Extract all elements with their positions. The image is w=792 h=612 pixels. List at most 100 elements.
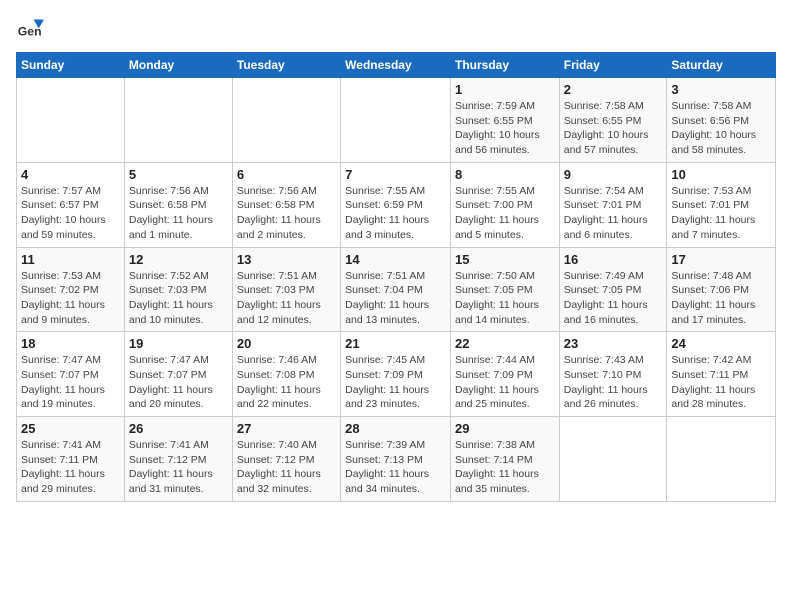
- day-detail: Sunrise: 7:51 AM Sunset: 7:03 PM Dayligh…: [237, 269, 336, 328]
- calendar-cell: 10 Sunrise: 7:53 AM Sunset: 7:01 PM Dayli…: [667, 162, 776, 247]
- day-detail: Sunrise: 7:43 AM Sunset: 7:10 PM Dayligh…: [564, 353, 663, 412]
- page-header: Gen: [16, 16, 776, 44]
- weekday-header-saturday: Saturday: [667, 53, 776, 78]
- day-number: 13: [237, 252, 336, 267]
- day-detail: Sunrise: 7:56 AM Sunset: 6:58 PM Dayligh…: [237, 184, 336, 243]
- day-number: 1: [455, 82, 555, 97]
- day-detail: Sunrise: 7:47 AM Sunset: 7:07 PM Dayligh…: [129, 353, 228, 412]
- day-number: 5: [129, 167, 228, 182]
- week-row-1: 1 Sunrise: 7:59 AM Sunset: 6:55 PM Daylig…: [17, 78, 776, 163]
- calendar-cell: [124, 78, 232, 163]
- calendar-cell: 12 Sunrise: 7:52 AM Sunset: 7:03 PM Dayli…: [124, 247, 232, 332]
- weekday-header-monday: Monday: [124, 53, 232, 78]
- calendar-cell: 19 Sunrise: 7:47 AM Sunset: 7:07 PM Dayli…: [124, 332, 232, 417]
- calendar-cell: 6 Sunrise: 7:56 AM Sunset: 6:58 PM Daylig…: [232, 162, 340, 247]
- day-number: 9: [564, 167, 663, 182]
- day-detail: Sunrise: 7:38 AM Sunset: 7:14 PM Dayligh…: [455, 438, 555, 497]
- calendar-cell: 16 Sunrise: 7:49 AM Sunset: 7:05 PM Dayli…: [559, 247, 667, 332]
- day-number: 8: [455, 167, 555, 182]
- calendar-cell: 26 Sunrise: 7:41 AM Sunset: 7:12 PM Dayli…: [124, 417, 232, 502]
- calendar-cell: 22 Sunrise: 7:44 AM Sunset: 7:09 PM Dayli…: [450, 332, 559, 417]
- day-detail: Sunrise: 7:44 AM Sunset: 7:09 PM Dayligh…: [455, 353, 555, 412]
- day-detail: Sunrise: 7:59 AM Sunset: 6:55 PM Dayligh…: [455, 99, 555, 158]
- calendar-cell: [341, 78, 451, 163]
- day-detail: Sunrise: 7:53 AM Sunset: 7:01 PM Dayligh…: [671, 184, 771, 243]
- calendar-cell: [232, 78, 340, 163]
- calendar-cell: 18Sunrise: 7:47 AM Sunset: 7:07 PM Dayli…: [17, 332, 125, 417]
- weekday-header-row: SundayMondayTuesdayWednesdayThursdayFrid…: [17, 53, 776, 78]
- day-number: 7: [345, 167, 446, 182]
- calendar-cell: 2 Sunrise: 7:58 AM Sunset: 6:55 PM Daylig…: [559, 78, 667, 163]
- day-number: 20: [237, 336, 336, 351]
- day-detail: Sunrise: 7:52 AM Sunset: 7:03 PM Dayligh…: [129, 269, 228, 328]
- calendar-cell: [17, 78, 125, 163]
- day-number: 10: [671, 167, 771, 182]
- day-number: 22: [455, 336, 555, 351]
- day-detail: Sunrise: 7:58 AM Sunset: 6:56 PM Dayligh…: [671, 99, 771, 158]
- day-detail: Sunrise: 7:51 AM Sunset: 7:04 PM Dayligh…: [345, 269, 446, 328]
- calendar-cell: 25 Sunrise: 7:41 AM Sunset: 7:11 PM Dayli…: [17, 417, 125, 502]
- weekday-header-thursday: Thursday: [450, 53, 559, 78]
- calendar-cell: 15 Sunrise: 7:50 AM Sunset: 7:05 PM Dayli…: [450, 247, 559, 332]
- logo-icon: Gen: [16, 16, 44, 44]
- calendar-cell: 20 Sunrise: 7:46 AM Sunset: 7:08 PM Dayli…: [232, 332, 340, 417]
- calendar-cell: [559, 417, 667, 502]
- calendar-cell: 11Sunrise: 7:53 AM Sunset: 7:02 PM Dayli…: [17, 247, 125, 332]
- day-detail: Sunrise: 7:46 AM Sunset: 7:08 PM Dayligh…: [237, 353, 336, 412]
- day-detail: Sunrise: 7:56 AM Sunset: 6:58 PM Dayligh…: [129, 184, 228, 243]
- weekday-header-sunday: Sunday: [17, 53, 125, 78]
- calendar-cell: 23 Sunrise: 7:43 AM Sunset: 7:10 PM Dayli…: [559, 332, 667, 417]
- calendar-cell: 24 Sunrise: 7:42 AM Sunset: 7:11 PM Dayli…: [667, 332, 776, 417]
- day-number: 25: [21, 421, 120, 436]
- logo: Gen: [16, 16, 48, 44]
- day-number: 4: [21, 167, 120, 182]
- calendar-cell: 7 Sunrise: 7:55 AM Sunset: 6:59 PM Daylig…: [341, 162, 451, 247]
- calendar-cell: 3Sunrise: 7:58 AM Sunset: 6:56 PM Daylig…: [667, 78, 776, 163]
- day-number: 16: [564, 252, 663, 267]
- day-number: 12: [129, 252, 228, 267]
- day-detail: Sunrise: 7:39 AM Sunset: 7:13 PM Dayligh…: [345, 438, 446, 497]
- day-number: 19: [129, 336, 228, 351]
- calendar-cell: 4 Sunrise: 7:57 AM Sunset: 6:57 PM Daylig…: [17, 162, 125, 247]
- week-row-3: 11Sunrise: 7:53 AM Sunset: 7:02 PM Dayli…: [17, 247, 776, 332]
- week-row-5: 25 Sunrise: 7:41 AM Sunset: 7:11 PM Dayli…: [17, 417, 776, 502]
- day-detail: Sunrise: 7:57 AM Sunset: 6:57 PM Dayligh…: [21, 184, 120, 243]
- calendar-cell: 29 Sunrise: 7:38 AM Sunset: 7:14 PM Dayli…: [450, 417, 559, 502]
- day-detail: Sunrise: 7:49 AM Sunset: 7:05 PM Dayligh…: [564, 269, 663, 328]
- day-number: 29: [455, 421, 555, 436]
- calendar-table: SundayMondayTuesdayWednesdayThursdayFrid…: [16, 52, 776, 502]
- week-row-2: 4 Sunrise: 7:57 AM Sunset: 6:57 PM Daylig…: [17, 162, 776, 247]
- day-detail: Sunrise: 7:45 AM Sunset: 7:09 PM Dayligh…: [345, 353, 446, 412]
- day-detail: Sunrise: 7:48 AM Sunset: 7:06 PM Dayligh…: [671, 269, 771, 328]
- day-detail: Sunrise: 7:41 AM Sunset: 7:12 PM Dayligh…: [129, 438, 228, 497]
- day-number: 6: [237, 167, 336, 182]
- weekday-header-friday: Friday: [559, 53, 667, 78]
- calendar-cell: 14 Sunrise: 7:51 AM Sunset: 7:04 PM Dayli…: [341, 247, 451, 332]
- day-detail: Sunrise: 7:55 AM Sunset: 6:59 PM Dayligh…: [345, 184, 446, 243]
- day-detail: Sunrise: 7:55 AM Sunset: 7:00 PM Dayligh…: [455, 184, 555, 243]
- day-number: 28: [345, 421, 446, 436]
- day-number: 2: [564, 82, 663, 97]
- calendar-cell: 28 Sunrise: 7:39 AM Sunset: 7:13 PM Dayli…: [341, 417, 451, 502]
- day-number: 27: [237, 421, 336, 436]
- calendar-cell: [667, 417, 776, 502]
- day-detail: Sunrise: 7:42 AM Sunset: 7:11 PM Dayligh…: [671, 353, 771, 412]
- day-detail: Sunrise: 7:54 AM Sunset: 7:01 PM Dayligh…: [564, 184, 663, 243]
- day-number: 24: [671, 336, 771, 351]
- day-detail: Sunrise: 7:53 AM Sunset: 7:02 PM Dayligh…: [21, 269, 120, 328]
- day-detail: Sunrise: 7:50 AM Sunset: 7:05 PM Dayligh…: [455, 269, 555, 328]
- calendar-cell: 17 Sunrise: 7:48 AM Sunset: 7:06 PM Dayli…: [667, 247, 776, 332]
- day-number: 21: [345, 336, 446, 351]
- day-detail: Sunrise: 7:58 AM Sunset: 6:55 PM Dayligh…: [564, 99, 663, 158]
- day-number: 15: [455, 252, 555, 267]
- calendar-cell: 9 Sunrise: 7:54 AM Sunset: 7:01 PM Daylig…: [559, 162, 667, 247]
- day-detail: Sunrise: 7:41 AM Sunset: 7:11 PM Dayligh…: [21, 438, 120, 497]
- day-detail: Sunrise: 7:40 AM Sunset: 7:12 PM Dayligh…: [237, 438, 336, 497]
- day-number: 14: [345, 252, 446, 267]
- calendar-cell: 21 Sunrise: 7:45 AM Sunset: 7:09 PM Dayli…: [341, 332, 451, 417]
- day-number: 17: [671, 252, 771, 267]
- day-number: 23: [564, 336, 663, 351]
- weekday-header-tuesday: Tuesday: [232, 53, 340, 78]
- calendar-cell: 5 Sunrise: 7:56 AM Sunset: 6:58 PM Daylig…: [124, 162, 232, 247]
- day-number: 26: [129, 421, 228, 436]
